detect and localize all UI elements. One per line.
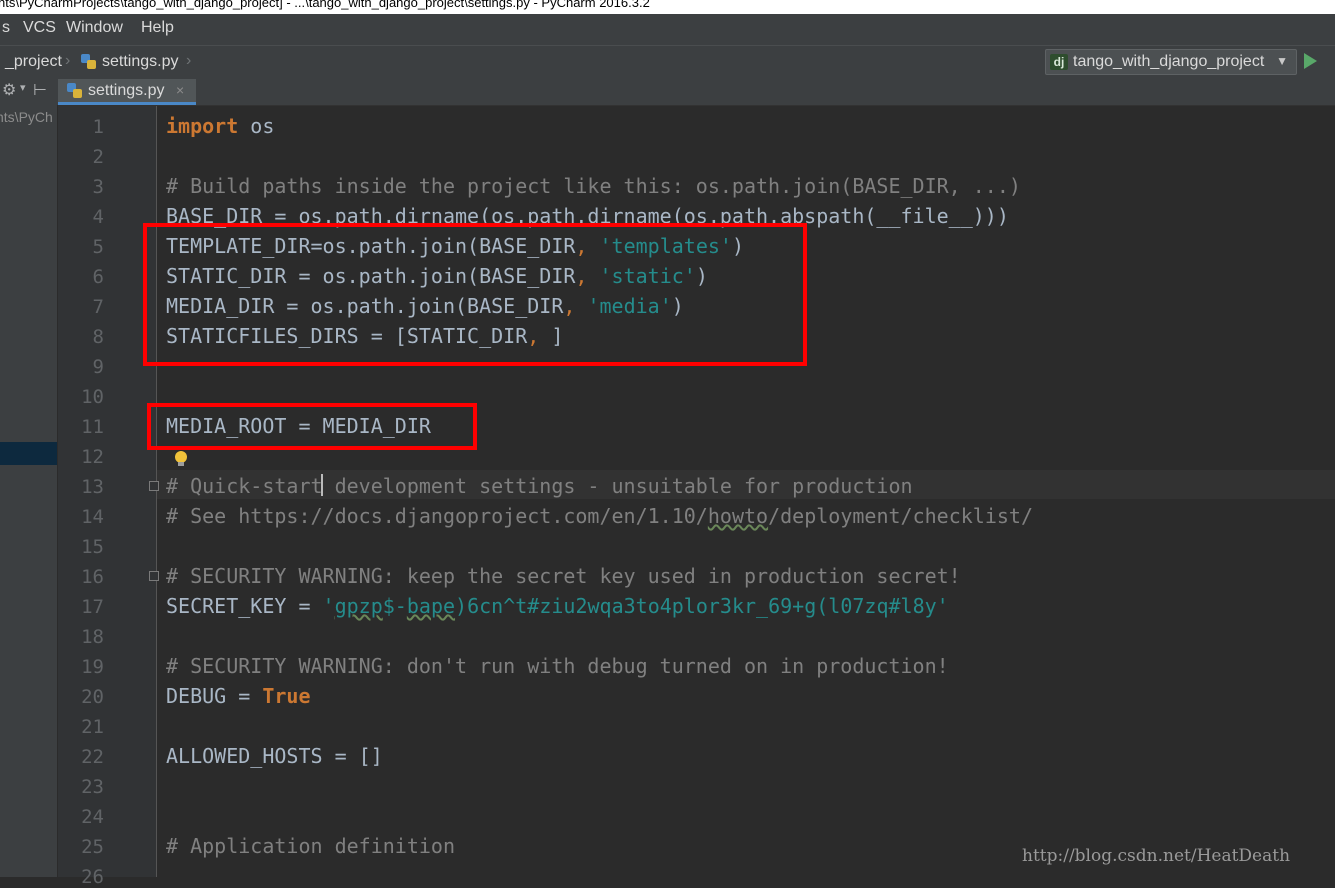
- line-number: 22: [81, 746, 104, 768]
- line-number: 12: [81, 446, 104, 468]
- line-number: 18: [81, 626, 104, 648]
- menu-item-window[interactable]: Window: [66, 19, 123, 37]
- line-number: 3: [92, 176, 104, 198]
- line-number: 10: [81, 386, 104, 408]
- line-number: 25: [81, 836, 104, 858]
- line-number: 23: [81, 776, 104, 798]
- line-number: 5: [92, 236, 104, 258]
- line-number: 8: [92, 326, 104, 348]
- window-title: nts\PyCharmProjects\tango_with_django_pr…: [0, 0, 650, 10]
- line-number: 19: [81, 656, 104, 678]
- run-icon[interactable]: [1304, 53, 1317, 69]
- fold-marker-icon[interactable]: [149, 481, 159, 491]
- code-line-13[interactable]: # Quick-start development settings - uns…: [166, 474, 913, 498]
- collapse-panel-icon[interactable]: ⊢: [33, 80, 47, 100]
- project-path: nts\PyCh: [0, 109, 53, 125]
- menu-item-help[interactable]: Help: [141, 19, 174, 37]
- chevron-down-icon[interactable]: ▾: [20, 81, 26, 94]
- line-number: 11: [81, 416, 104, 438]
- code-line-20[interactable]: DEBUG = True: [166, 684, 311, 708]
- chevron-down-icon: ▼: [1276, 54, 1288, 68]
- line-number: 14: [81, 506, 104, 528]
- line-number: 13: [81, 476, 104, 498]
- code-line-3[interactable]: # Build paths inside the project like th…: [166, 174, 1021, 198]
- breadcrumb-separator-icon: ›: [65, 52, 71, 69]
- django-icon: dj: [1050, 54, 1068, 70]
- run-configuration-dropdown[interactable]: dj tango_with_django_project ▼: [1045, 49, 1297, 75]
- fold-marker-icon[interactable]: [149, 571, 159, 581]
- python-file-icon: [81, 54, 96, 69]
- navigation-bar: _project › settings.py › dj tango_with_d…: [0, 45, 1335, 79]
- project-tool-window[interactable]: nts\PyCh: [0, 105, 58, 877]
- line-number: 26: [81, 866, 104, 888]
- line-number: 6: [92, 266, 104, 288]
- tab-label: settings.py: [88, 82, 165, 99]
- menu-item-tools[interactable]: s: [2, 19, 10, 37]
- selected-tree-item[interactable]: [0, 442, 57, 465]
- run-configuration-label: tango_with_django_project: [1073, 53, 1265, 70]
- line-number: 20: [81, 686, 104, 708]
- close-icon[interactable]: ×: [176, 82, 184, 98]
- menu-bar: s VCS Window Help: [0, 14, 1335, 45]
- line-number: 16: [81, 566, 104, 588]
- menu-item-vcs[interactable]: VCS: [23, 19, 56, 37]
- line-number: 1: [92, 116, 104, 138]
- window-title-bar: nts\PyCharmProjects\tango_with_django_pr…: [0, 0, 1335, 14]
- breadcrumb-file[interactable]: settings.py: [102, 53, 178, 71]
- line-number: 17: [81, 596, 104, 618]
- code-line-16[interactable]: # SECURITY WARNING: keep the secret key …: [166, 564, 961, 588]
- code-line-25[interactable]: # Application definition: [166, 834, 455, 858]
- text-caret: [321, 474, 323, 496]
- code-line-19[interactable]: # SECURITY WARNING: don't run with debug…: [166, 654, 949, 678]
- editor-tab-bar: ⚙ ▾ ⊢ settings.py ×: [0, 78, 1335, 106]
- line-number: 21: [81, 716, 104, 738]
- code-line-22[interactable]: ALLOWED_HOSTS = []: [166, 744, 383, 768]
- breadcrumb-separator-icon: ›: [186, 52, 192, 69]
- line-number: 9: [92, 356, 104, 378]
- line-number: 2: [92, 146, 104, 168]
- line-number: 7: [92, 296, 104, 318]
- code-line-1[interactable]: import os: [166, 114, 274, 138]
- python-file-icon: [67, 83, 82, 98]
- code-line-14[interactable]: # See https://docs.djangoproject.com/en/…: [166, 504, 1033, 528]
- breadcrumb-project[interactable]: _project: [5, 53, 62, 71]
- lightbulb-base: [178, 462, 184, 466]
- line-number: 15: [81, 536, 104, 558]
- line-number: 24: [81, 806, 104, 828]
- tab-settings-py[interactable]: settings.py ×: [58, 79, 196, 105]
- highlight-box-dirs: [143, 223, 807, 366]
- code-line-17[interactable]: SECRET_KEY = 'gpzp$-bape)6cn^t#ziu2wqa3t…: [166, 594, 949, 618]
- highlight-box-media-root: [147, 403, 477, 450]
- watermark: http://blog.csdn.net/HeatDeath: [1022, 846, 1291, 866]
- line-number: 4: [92, 206, 104, 228]
- gear-icon[interactable]: ⚙: [2, 80, 16, 100]
